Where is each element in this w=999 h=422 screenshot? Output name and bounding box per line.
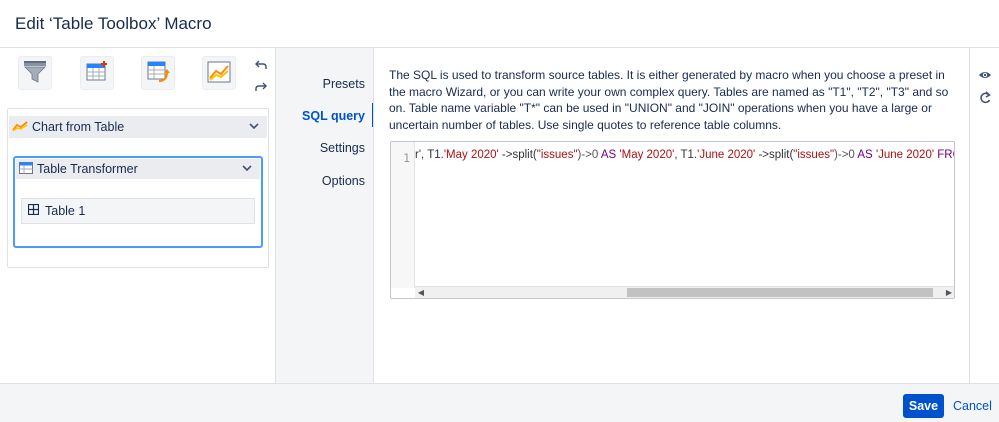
sql-token: )->0 <box>834 149 858 162</box>
sql-token: 'May 2020' <box>443 149 499 162</box>
transform-table-button[interactable] <box>141 56 175 90</box>
chart-icon <box>206 59 232 88</box>
sql-token: FROM <box>937 149 954 162</box>
chevron-down-icon[interactable] <box>247 119 261 133</box>
tree-node-table-1[interactable]: Table 1 <box>21 198 255 224</box>
macro-toolbar <box>0 48 275 96</box>
tree-node-table-transformer[interactable]: Table Transformer Table 1 <box>13 156 263 248</box>
sql-query-panel: The SQL is used to transform source tabl… <box>374 48 969 383</box>
tree-node-label: Chart from Table <box>32 120 125 134</box>
sql-token: 'May 2020' <box>619 149 675 162</box>
table-transformer-icon <box>19 161 33 177</box>
macro-structure-panel: Chart from Table Table Transformer Table… <box>0 48 275 383</box>
funnel-filter-icon <box>22 59 48 88</box>
add-table-button[interactable] <box>80 56 114 90</box>
sql-editor[interactable]: 1 r', T1.'May 2020' ->split("issues")->0… <box>390 141 955 299</box>
tree-node-chart-from-table[interactable]: Chart from Table <box>9 116 267 138</box>
redo-button[interactable] <box>252 79 270 97</box>
nav-item-settings[interactable]: Settings <box>320 141 365 155</box>
editor-gutter: 1 <box>391 142 415 288</box>
nav-item-sql-query[interactable]: SQL query <box>302 109 365 123</box>
sql-token: "issues" <box>793 149 835 162</box>
cancel-button[interactable]: Cancel <box>953 399 992 413</box>
dialog-title: Edit ‘Table Toolbox’ Macro <box>15 14 212 33</box>
add-table-icon <box>84 59 110 88</box>
table-grid-icon <box>27 203 40 218</box>
tree-node-label: Table 1 <box>45 204 86 218</box>
table-transformer-header[interactable]: Table Transformer <box>16 159 260 179</box>
add-filter-button[interactable] <box>18 56 52 90</box>
scrollbar-thumb[interactable] <box>627 288 933 297</box>
undo-icon <box>255 59 267 74</box>
macro-tree: Chart from Table Table Transformer Table… <box>7 108 269 268</box>
sql-code-line[interactable]: r', T1.'May 2020' ->split("issues")->0 A… <box>415 148 954 162</box>
save-button[interactable]: Save <box>903 394 944 418</box>
right-rail <box>969 48 999 383</box>
editor-horizontal-scrollbar[interactable]: ◀ ▶ <box>415 286 954 298</box>
redo-icon <box>255 81 267 96</box>
tree-node-label: Table Transformer <box>37 162 138 176</box>
nav-item-presets[interactable]: Presets <box>323 77 365 91</box>
sql-token: AS <box>600 149 620 162</box>
dialog-header: Edit ‘Table Toolbox’ Macro <box>0 0 999 48</box>
sql-token: AS <box>857 149 876 162</box>
dialog-footer: Save Cancel <box>0 383 999 422</box>
refresh-icon[interactable] <box>978 91 992 105</box>
sql-token: )->0 <box>577 149 601 162</box>
sql-token: 'June 2020' <box>875 149 935 162</box>
table-transform-icon <box>145 59 171 88</box>
add-chart-button[interactable] <box>202 56 236 90</box>
sql-description: The SQL is used to transform source tabl… <box>389 68 949 132</box>
chevron-down-icon[interactable] <box>240 161 254 175</box>
scroll-left-icon[interactable]: ◀ <box>415 287 427 298</box>
sql-token: ->split( <box>755 149 794 162</box>
sql-token: , T1. <box>674 149 698 162</box>
nav-item-options[interactable]: Options <box>322 174 365 188</box>
sql-token: 'June 2020' <box>697 149 756 162</box>
line-number: 1 <box>403 151 410 165</box>
scroll-right-icon[interactable]: ▶ <box>943 287 954 298</box>
sql-token: ->split( <box>498 149 537 162</box>
sql-token: "issues" <box>536 149 578 162</box>
undo-button[interactable] <box>252 57 270 75</box>
chart-icon <box>12 120 28 135</box>
eye-icon[interactable] <box>978 68 992 82</box>
settings-nav: Presets SQL query Settings Options <box>276 48 374 383</box>
sql-token: r', T1. <box>415 149 444 162</box>
